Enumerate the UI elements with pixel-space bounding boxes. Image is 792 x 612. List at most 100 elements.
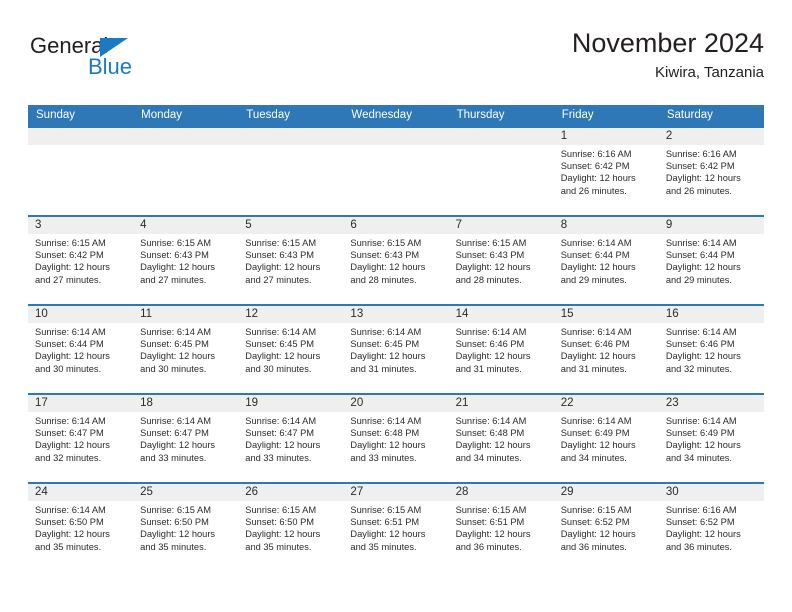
- day-number-22[interactable]: 22: [554, 395, 659, 412]
- day-cell-17[interactable]: Sunrise: 6:14 AM Sunset: 6:47 PM Daylight:…: [28, 412, 133, 482]
- day-cell-4[interactable]: Sunrise: 6:15 AM Sunset: 6:43 PM Daylight:…: [133, 234, 238, 304]
- day-number-12[interactable]: 12: [238, 306, 343, 323]
- day-number-10[interactable]: 10: [28, 306, 133, 323]
- day-cell-13[interactable]: Sunrise: 6:14 AM Sunset: 6:45 PM Daylight:…: [343, 323, 448, 393]
- weekday-header-row: Sunday Monday Tuesday Wednesday Thursday Frid…: [28, 105, 764, 126]
- daylight-text: Daylight: 12 hours and 36 minutes.: [455, 529, 531, 552]
- day-cell-24[interactable]: Sunrise: 6:14 AM Sunset: 6:50 PM Daylight:…: [28, 501, 133, 571]
- calendar-week-row: 24 25 26 27 28 29 30 Sunrise: 6:14 AM Sunset: 6:…: [28, 482, 764, 571]
- week-body-band: Sunrise: 6:14 AM Sunset: 6:50 PM Daylight:…: [28, 501, 764, 571]
- day-number-15[interactable]: 15: [554, 306, 659, 323]
- sunrise-text: Sunrise: 6:15 AM: [560, 505, 632, 515]
- day-cell-28[interactable]: Sunrise: 6:15 AM Sunset: 6:51 PM Daylight:…: [449, 501, 554, 571]
- daylight-text: Daylight: 12 hours and 34 minutes.: [665, 440, 741, 463]
- day-cell-7[interactable]: Sunrise: 6:15 AM Sunset: 6:43 PM Daylight:…: [449, 234, 554, 304]
- sunrise-text: Sunrise: 6:15 AM: [140, 505, 211, 515]
- day-number-14[interactable]: 14: [449, 306, 554, 323]
- day-number-13[interactable]: 13: [343, 306, 448, 323]
- day-number-18[interactable]: 18: [133, 395, 238, 412]
- generalblue-logo[interactable]: General Blue: [28, 32, 258, 90]
- day-number-9[interactable]: 9: [659, 217, 764, 234]
- day-number-28[interactable]: 28: [449, 484, 554, 501]
- day-number-17[interactable]: 17: [28, 395, 133, 412]
- sunset-text: Sunset: 6:43 PM: [245, 250, 315, 261]
- daylight-text: Daylight: 12 hours and 29 minutes.: [665, 262, 741, 285]
- sunset-text: Sunset: 6:43 PM: [455, 250, 525, 261]
- day-cell-10[interactable]: Sunrise: 6:14 AM Sunset: 6:44 PM Daylight:…: [28, 323, 133, 393]
- day-number-24[interactable]: 24: [28, 484, 133, 501]
- day-cell-5[interactable]: Sunrise: 6:15 AM Sunset: 6:43 PM Daylight:…: [238, 234, 343, 304]
- sunset-text: Sunset: 6:47 PM: [245, 428, 315, 439]
- calendar-page: General Blue November 2024 Kiwira, Tanza…: [0, 0, 792, 612]
- daylight-text: Daylight: 12 hours and 33 minutes.: [245, 440, 321, 463]
- calendar-week-row: 17 18 19 20 21 22 23 Sunrise: 6:14 AM Sunset: 6:…: [28, 393, 764, 482]
- day-number-2[interactable]: 2: [659, 128, 764, 145]
- day-number-25[interactable]: 25: [133, 484, 238, 501]
- day-number-27[interactable]: 27: [343, 484, 448, 501]
- sunrise-text: Sunrise: 6:14 AM: [560, 416, 632, 426]
- day-number-16[interactable]: 16: [659, 306, 764, 323]
- day-cell-6[interactable]: Sunrise: 6:15 AM Sunset: 6:43 PM Daylight:…: [343, 234, 448, 304]
- sunrise-text: Sunrise: 6:14 AM: [140, 327, 211, 337]
- day-cell-29[interactable]: Sunrise: 6:15 AM Sunset: 6:52 PM Daylight:…: [554, 501, 659, 571]
- sunrise-text: Sunrise: 6:14 AM: [350, 416, 422, 426]
- day-cell-21[interactable]: Sunrise: 6:14 AM Sunset: 6:48 PM Daylight:…: [449, 412, 554, 482]
- daylight-text: Daylight: 12 hours and 26 minutes.: [665, 173, 741, 196]
- day-cell-1[interactable]: Sunrise: 6:16 AM Sunset: 6:42 PM Daylight:…: [554, 145, 659, 215]
- sunrise-text: Sunrise: 6:14 AM: [665, 238, 737, 248]
- day-number-26[interactable]: 26: [238, 484, 343, 501]
- day-cell-20[interactable]: Sunrise: 6:14 AM Sunset: 6:48 PM Daylight:…: [343, 412, 448, 482]
- sunset-text: Sunset: 6:46 PM: [560, 339, 630, 350]
- day-cell-30[interactable]: Sunrise: 6:16 AM Sunset: 6:52 PM Daylight:…: [659, 501, 764, 571]
- day-cell-25[interactable]: Sunrise: 6:15 AM Sunset: 6:50 PM Daylight:…: [133, 501, 238, 571]
- daylight-text: Daylight: 12 hours and 27 minutes.: [245, 262, 321, 285]
- sunrise-text: Sunrise: 6:15 AM: [455, 505, 527, 515]
- sunset-text: Sunset: 6:48 PM: [455, 428, 525, 439]
- day-cell-16[interactable]: Sunrise: 6:14 AM Sunset: 6:46 PM Daylight:…: [659, 323, 764, 393]
- day-cell-14[interactable]: Sunrise: 6:14 AM Sunset: 6:46 PM Daylight:…: [449, 323, 554, 393]
- day-cell-19[interactable]: Sunrise: 6:14 AM Sunset: 6:47 PM Daylight:…: [238, 412, 343, 482]
- day-cell-22[interactable]: Sunrise: 6:14 AM Sunset: 6:49 PM Daylight:…: [554, 412, 659, 482]
- day-cell-9[interactable]: Sunrise: 6:14 AM Sunset: 6:44 PM Daylight:…: [659, 234, 764, 304]
- day-number-empty: [28, 128, 133, 145]
- sunrise-text: Sunrise: 6:14 AM: [560, 238, 632, 248]
- day-number-30[interactable]: 30: [659, 484, 764, 501]
- day-number-6[interactable]: 6: [343, 217, 448, 234]
- sunset-text: Sunset: 6:42 PM: [35, 250, 104, 261]
- daylight-text: Daylight: 12 hours and 34 minutes.: [455, 440, 531, 463]
- day-number-29[interactable]: 29: [554, 484, 659, 501]
- week-date-band: 17 18 19 20 21 22 23: [28, 395, 764, 412]
- sunset-text: Sunset: 6:50 PM: [140, 517, 209, 528]
- day-cell-27[interactable]: Sunrise: 6:15 AM Sunset: 6:51 PM Daylight:…: [343, 501, 448, 571]
- sunrise-text: Sunrise: 6:14 AM: [455, 416, 527, 426]
- day-cell-3[interactable]: Sunrise: 6:15 AM Sunset: 6:42 PM Daylight:…: [28, 234, 133, 304]
- day-cell-18[interactable]: Sunrise: 6:14 AM Sunset: 6:47 PM Daylight:…: [133, 412, 238, 482]
- sunset-text: Sunset: 6:47 PM: [35, 428, 104, 439]
- day-number-1[interactable]: 1: [554, 128, 659, 145]
- daylight-text: Daylight: 12 hours and 35 minutes.: [350, 529, 426, 552]
- day-number-3[interactable]: 3: [28, 217, 133, 234]
- day-number-4[interactable]: 4: [133, 217, 238, 234]
- day-number-8[interactable]: 8: [554, 217, 659, 234]
- daylight-text: Daylight: 12 hours and 28 minutes.: [350, 262, 426, 285]
- day-cell-12[interactable]: Sunrise: 6:14 AM Sunset: 6:45 PM Daylight:…: [238, 323, 343, 393]
- day-number-7[interactable]: 7: [449, 217, 554, 234]
- sunset-text: Sunset: 6:43 PM: [140, 250, 209, 261]
- sunrise-text: Sunrise: 6:14 AM: [140, 416, 211, 426]
- day-cell-15[interactable]: Sunrise: 6:14 AM Sunset: 6:46 PM Daylight:…: [554, 323, 659, 393]
- day-cell-11[interactable]: Sunrise: 6:14 AM Sunset: 6:45 PM Daylight:…: [133, 323, 238, 393]
- logo-text-blue: Blue: [88, 54, 133, 79]
- sunrise-text: Sunrise: 6:14 AM: [35, 505, 106, 515]
- day-number-23[interactable]: 23: [659, 395, 764, 412]
- day-number-21[interactable]: 21: [449, 395, 554, 412]
- day-number-5[interactable]: 5: [238, 217, 343, 234]
- day-cell-26[interactable]: Sunrise: 6:15 AM Sunset: 6:50 PM Daylight:…: [238, 501, 343, 571]
- day-number-11[interactable]: 11: [133, 306, 238, 323]
- day-cell-8[interactable]: Sunrise: 6:14 AM Sunset: 6:44 PM Daylight:…: [554, 234, 659, 304]
- sunset-text: Sunset: 6:45 PM: [245, 339, 315, 350]
- day-number-19[interactable]: 19: [238, 395, 343, 412]
- day-cell-23[interactable]: Sunrise: 6:14 AM Sunset: 6:49 PM Daylight:…: [659, 412, 764, 482]
- day-cell-empty: [133, 145, 238, 215]
- day-number-20[interactable]: 20: [343, 395, 448, 412]
- day-cell-2[interactable]: Sunrise: 6:16 AM Sunset: 6:42 PM Daylight:…: [659, 145, 764, 215]
